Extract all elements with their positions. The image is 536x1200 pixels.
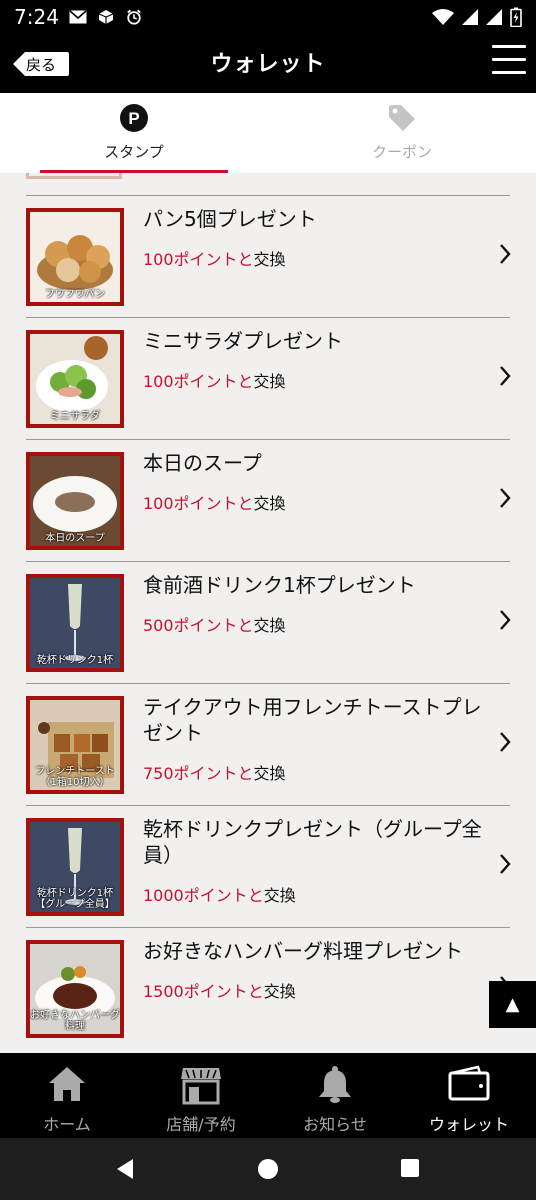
points-value: 100ポイントと bbox=[143, 372, 254, 391]
thumbnail-caption: ミニサラダ bbox=[50, 411, 100, 422]
tab-stamp[interactable]: P スタンプ bbox=[0, 93, 268, 173]
signal-icon bbox=[462, 8, 478, 25]
exchange-text: 交換 bbox=[263, 982, 296, 1001]
points-value: 1000ポイントと bbox=[143, 886, 264, 905]
thumbnail-caption: 本日のスープ bbox=[45, 533, 105, 544]
points-value: 750ポイントと bbox=[143, 764, 254, 783]
points-value: 1500ポイントと bbox=[143, 982, 264, 1001]
thumbnail-caption: フワフワパン bbox=[44, 289, 106, 300]
tag-icon bbox=[389, 105, 415, 131]
reward-thumbnail: ミニサラダ bbox=[26, 330, 124, 428]
reward-thumbnail: 乾杯ドリンク1杯【グループ全員】 bbox=[26, 818, 124, 916]
reward-points: 1500ポイントと交換 bbox=[143, 978, 296, 1002]
nav-wallet-label: ウォレット bbox=[428, 1115, 509, 1134]
exchange-text: 交換 bbox=[253, 250, 286, 269]
thumbnail-caption: お好きなハンバーグ料理 bbox=[30, 1010, 120, 1032]
reward-row[interactable]: フワフワパン パン5個プレゼント 100ポイントと交換 bbox=[26, 195, 512, 317]
exchange-text: 交換 bbox=[253, 372, 286, 391]
wifi-icon bbox=[432, 8, 454, 25]
back-triangle-icon[interactable] bbox=[115, 1158, 135, 1180]
reward-row[interactable]: お好きなハンバーグ料理 お好きなハンバーグ料理プレゼント 1500ポイントと交換 bbox=[26, 927, 511, 1049]
reward-row[interactable]: 乾杯ドリンク1杯 食前酒ドリンク1杯プレゼント 500ポイントと交換 bbox=[26, 561, 512, 683]
exchange-text: 交換 bbox=[253, 494, 286, 513]
svg-text:P: P bbox=[128, 109, 139, 128]
partial-thumbnail bbox=[26, 173, 122, 179]
reward-thumbnail: お好きなハンバーグ料理 bbox=[26, 940, 124, 1038]
reward-points: 750ポイントと交換 bbox=[143, 760, 286, 784]
nav-notice-label: お知らせ bbox=[303, 1115, 367, 1134]
reward-thumbnail: 乾杯ドリンク1杯 bbox=[26, 574, 124, 672]
chevron-right-icon[interactable] bbox=[498, 486, 512, 510]
scroll-to-top-button[interactable]: ▲ bbox=[489, 981, 536, 1028]
home-circle-icon[interactable] bbox=[257, 1158, 279, 1180]
reward-name: テイクアウト用フレンチトーストプレゼント bbox=[143, 695, 482, 745]
tab-stamp-label: スタンプ bbox=[104, 143, 164, 161]
wallet-tabs: P スタンプ クーポン bbox=[0, 93, 536, 173]
thumbnail-caption: フレンチトースト（1箱10切入） bbox=[35, 766, 115, 788]
tab-coupon[interactable]: クーポン bbox=[268, 93, 536, 173]
reward-name: 乾杯ドリンクプレゼント（グループ全員） bbox=[143, 817, 482, 867]
home-icon bbox=[49, 1067, 85, 1101]
signal-icon bbox=[486, 8, 502, 25]
page-title: ウォレット bbox=[210, 52, 326, 77]
reward-points: 1000ポイントと交換 bbox=[143, 882, 296, 906]
nav-store[interactable]: 店舗/予約 bbox=[134, 1053, 268, 1138]
recents-square-icon[interactable] bbox=[400, 1158, 420, 1178]
reward-points: 100ポイントと交換 bbox=[143, 246, 286, 270]
battery-icon bbox=[510, 7, 522, 27]
exchange-text: 交換 bbox=[253, 616, 286, 635]
p-circle-icon: P bbox=[120, 104, 148, 132]
reward-row[interactable]: フレンチトースト（1箱10切入） テイクアウト用フレンチトーストプレゼント 75… bbox=[26, 683, 512, 805]
status-time: 7:24 bbox=[14, 4, 59, 29]
reward-name: お好きなハンバーグ料理プレゼント bbox=[143, 939, 463, 963]
reward-name: ミニサラダプレゼント bbox=[143, 329, 343, 353]
reward-row[interactable]: ミニサラダ ミニサラダプレゼント 100ポイントと交換 bbox=[26, 317, 512, 439]
thumbnail-caption: 乾杯ドリンク1杯 bbox=[36, 655, 114, 666]
nav-wallet[interactable]: ウォレット bbox=[402, 1053, 536, 1138]
reward-thumbnail: フレンチトースト（1箱10切入） bbox=[26, 696, 124, 794]
system-nav-bar bbox=[0, 1138, 536, 1200]
chevron-right-icon[interactable] bbox=[498, 242, 512, 266]
reward-points: 100ポイントと交換 bbox=[143, 368, 286, 392]
reward-list[interactable]: フワフワパン パン5個プレゼント 100ポイントと交換 ミニサラダ ミニサラダプ… bbox=[0, 173, 536, 1053]
reward-points: 500ポイントと交換 bbox=[143, 612, 286, 636]
tab-coupon-label: クーポン bbox=[371, 143, 432, 161]
reward-row[interactable]: 乾杯ドリンク1杯【グループ全員】 乾杯ドリンクプレゼント（グループ全員） 100… bbox=[26, 805, 512, 927]
nav-notice[interactable]: お知らせ bbox=[268, 1053, 402, 1138]
exchange-text: 交換 bbox=[263, 886, 296, 905]
nav-home-label: ホーム bbox=[43, 1115, 91, 1134]
reward-name: 本日のスープ bbox=[143, 451, 262, 475]
status-bar: 7:24 bbox=[0, 0, 536, 33]
points-value: 100ポイントと bbox=[143, 494, 254, 513]
store-icon bbox=[181, 1068, 221, 1105]
reward-name: 食前酒ドリンク1杯プレゼント bbox=[143, 573, 416, 597]
wallet-icon bbox=[448, 1065, 490, 1101]
thumbnail-caption: 乾杯ドリンク1杯【グループ全員】 bbox=[35, 888, 115, 910]
hamburger-menu-icon[interactable] bbox=[492, 45, 526, 77]
reward-thumbnail: フワフワパン bbox=[26, 208, 124, 306]
reward-row[interactable]: 本日のスープ 本日のスープ 100ポイントと交換 bbox=[26, 439, 512, 561]
mail-icon bbox=[69, 9, 87, 23]
app-header: 戻る ウォレット bbox=[0, 33, 536, 93]
alarm-icon bbox=[127, 9, 141, 25]
reward-points: 100ポイントと交換 bbox=[143, 490, 286, 514]
exchange-text: 交換 bbox=[253, 764, 286, 783]
bottom-nav: ホーム 店舗/予約 お知らせ ウォレット bbox=[0, 1053, 536, 1138]
reward-thumbnail: 本日のスープ bbox=[26, 452, 124, 550]
nav-store-label: 店舗/予約 bbox=[166, 1115, 236, 1134]
nav-home[interactable]: ホーム bbox=[0, 1053, 134, 1138]
chevron-right-icon[interactable] bbox=[498, 608, 512, 632]
app-notification-icon bbox=[98, 9, 114, 24]
points-value: 500ポイントと bbox=[143, 616, 254, 635]
points-value: 100ポイントと bbox=[143, 250, 254, 269]
chevron-right-icon[interactable] bbox=[498, 852, 512, 876]
reward-name: パン5個プレゼント bbox=[143, 207, 317, 231]
chevron-right-icon[interactable] bbox=[498, 364, 512, 388]
chevron-right-icon[interactable] bbox=[498, 730, 512, 754]
bell-icon bbox=[319, 1066, 351, 1103]
